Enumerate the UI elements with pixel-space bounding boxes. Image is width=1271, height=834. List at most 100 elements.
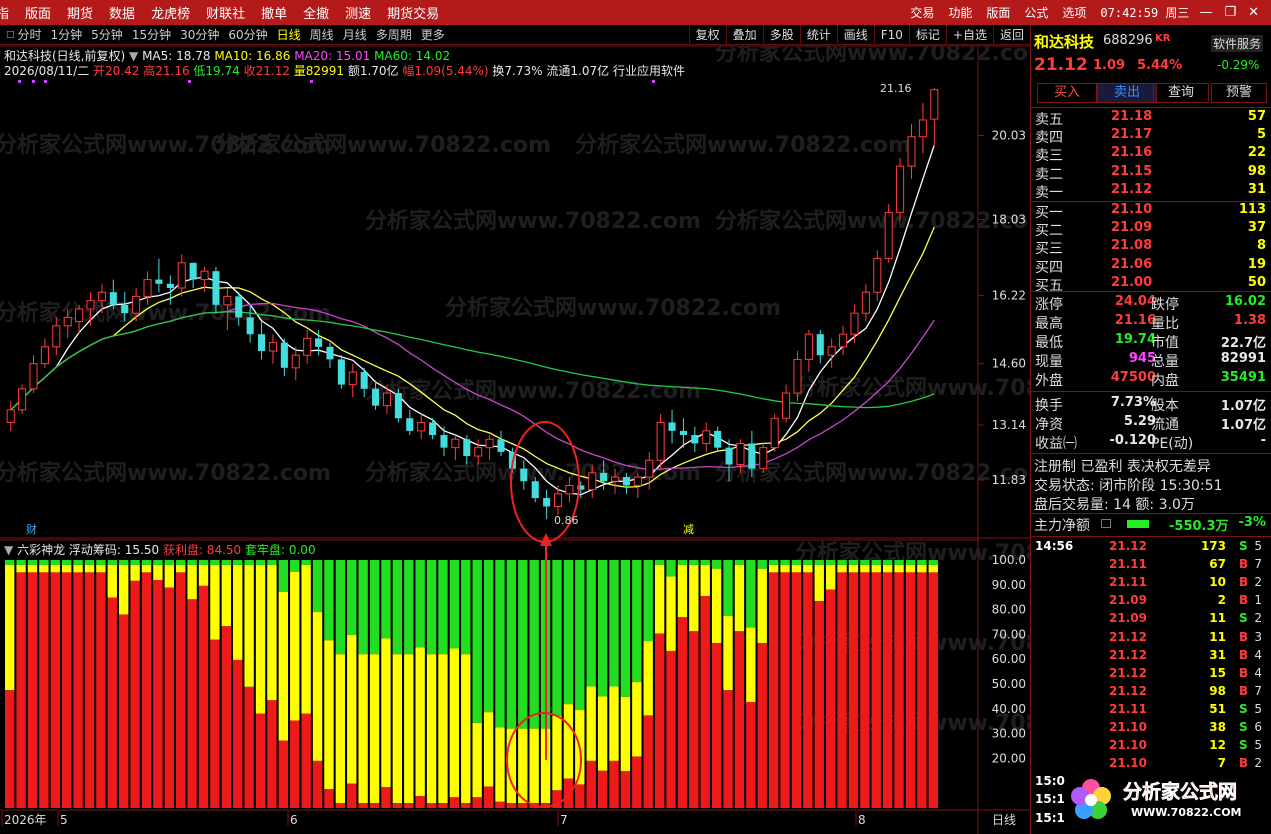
- tick-row[interactable]: 21.10 38 S 6: [1031, 720, 1271, 738]
- order-book-row[interactable]: 卖四 21.17 5: [1031, 127, 1271, 146]
- menu-right-item[interactable]: 选项: [1062, 4, 1086, 21]
- minimize-icon[interactable]: —: [1199, 5, 1212, 20]
- toolbar-button[interactable]: 画线: [836, 25, 874, 45]
- order-book-row[interactable]: 卖二 21.15 98: [1031, 164, 1271, 183]
- toolbar-button[interactable]: +自选: [945, 25, 993, 45]
- toolbar-button[interactable]: 统计: [799, 25, 837, 45]
- menu-item[interactable]: 期货: [67, 3, 93, 22]
- tick-row[interactable]: 21.09 2 B 1: [1031, 593, 1271, 611]
- indicator-bar-profit: [404, 803, 414, 808]
- watermark-text: 分析家公式网www.70822.com: [365, 208, 701, 234]
- buy-button[interactable]: 买入: [1037, 83, 1097, 103]
- tick-row[interactable]: 21.12 15 B 4: [1031, 666, 1271, 684]
- order-book-row[interactable]: 卖三 21.16 22: [1031, 145, 1271, 164]
- tab-period[interactable]: 5分钟: [91, 26, 123, 43]
- tick-side: S: [1239, 720, 1248, 734]
- menu-item[interactable]: 全撤: [303, 3, 329, 22]
- menu-item[interactable]: 数据: [109, 3, 135, 22]
- indicator-bar-trapped: [438, 560, 448, 655]
- order-book-row[interactable]: 买四 21.06 19: [1031, 257, 1271, 276]
- stats-row: 净资 5.29 流通 1.07亿: [1031, 414, 1271, 433]
- tick-row[interactable]: 14:56 21.12 173 S 5: [1031, 539, 1271, 557]
- indicator-bar-profit: [381, 787, 391, 808]
- candle-body: [394, 393, 402, 419]
- menu-item[interactable]: 财联社: [206, 3, 245, 22]
- tab-period[interactable]: 多周期: [376, 26, 412, 43]
- toolbar-button[interactable]: 叠加: [725, 25, 763, 45]
- order-book-row[interactable]: 买二 21.09 37: [1031, 220, 1271, 239]
- indicator-bar-trapped: [575, 560, 585, 711]
- tab-period[interactable]: 30分钟: [180, 26, 219, 43]
- menu-item[interactable]: 版面: [25, 3, 51, 22]
- sell-button[interactable]: 卖出: [1097, 83, 1157, 103]
- menu-item[interactable]: 期货交易: [387, 3, 439, 22]
- list-icon[interactable]: [1101, 519, 1111, 528]
- chevron-down-icon[interactable]: ▼: [4, 543, 13, 557]
- candle-body: [873, 258, 882, 293]
- tab-period[interactable]: 60分钟: [228, 26, 267, 43]
- tick-row[interactable]: 21.12 11 B 3: [1031, 630, 1271, 648]
- tab-period[interactable]: 15分钟: [132, 26, 171, 43]
- tick-row[interactable]: 21.11 51 S 5: [1031, 702, 1271, 720]
- menu-item[interactable]: 撤单: [261, 3, 287, 22]
- indicator-bar-profit: [221, 626, 231, 808]
- indicator-bar-profit: [73, 572, 83, 808]
- chart-area[interactable]: 分析家公式网www.70822.com 分析家公式网www.70822.com 分析…: [0, 45, 1030, 834]
- indicator-bar-profit: [107, 597, 117, 808]
- tick-row[interactable]: 21.09 11 S 2: [1031, 611, 1271, 629]
- tab-period[interactable]: 更多: [421, 26, 445, 43]
- checkbox-icon[interactable]: □: [6, 30, 15, 40]
- tick-row[interactable]: 21.11 67 B 7: [1031, 557, 1271, 575]
- indicator-bar-trapped: [609, 560, 619, 687]
- quote-low: 低19.74: [193, 64, 240, 78]
- menu-right-item[interactable]: 公式: [1024, 4, 1048, 21]
- alert-button[interactable]: 预警: [1211, 83, 1267, 103]
- tick-price: 21.09: [1109, 593, 1147, 608]
- tab-period[interactable]: 周线: [310, 26, 334, 43]
- order-book-row[interactable]: 买一 21.10 113: [1031, 202, 1271, 221]
- order-book-row[interactable]: 买三 21.08 8: [1031, 238, 1271, 257]
- tab-period[interactable]: 1分钟: [51, 26, 83, 43]
- candle-body: [280, 342, 288, 368]
- chevron-down-icon[interactable]: ▼: [129, 49, 138, 63]
- tick-row[interactable]: 21.12 98 B 7: [1031, 684, 1271, 702]
- menu-bar: 指 版面 期货 数据 龙虎榜 财联社 撤单 全撤 测速 期货交易 交易 功能 版…: [0, 0, 1271, 25]
- indicator-bar-profit: [301, 713, 311, 808]
- candle-body: [451, 438, 460, 449]
- indicator-bar-profit: [905, 572, 916, 808]
- tab-period-active[interactable]: 日线: [277, 26, 301, 43]
- tick-row[interactable]: 21.10 12 S 5: [1031, 738, 1271, 756]
- menu-right-item[interactable]: 交易: [910, 4, 934, 21]
- tick-row[interactable]: 21.11 10 B 2: [1031, 575, 1271, 593]
- candle-body: [896, 165, 905, 213]
- menu-right-item[interactable]: 版面: [986, 4, 1010, 21]
- indicator-bar-trapped: [461, 560, 471, 655]
- order-book-row[interactable]: 卖五 21.18 57: [1031, 109, 1271, 128]
- menu-item[interactable]: 测速: [345, 3, 371, 22]
- toolbar-button[interactable]: 返回: [992, 25, 1030, 45]
- tick-row[interactable]: 21.12 31 B 4: [1031, 648, 1271, 666]
- menu-item[interactable]: 龙虎榜: [151, 3, 190, 22]
- order-book-row[interactable]: 卖一 21.12 31: [1031, 182, 1271, 201]
- tab-period[interactable]: 月线: [343, 26, 367, 43]
- tick-price: 21.09: [1109, 611, 1147, 626]
- menu-item[interactable]: 指: [0, 3, 9, 22]
- tab-period[interactable]: 分时: [18, 26, 42, 43]
- indicator-axis-label: 50.00: [992, 677, 1026, 691]
- watermark-text: 分析家公式网www.70822.com: [215, 132, 551, 158]
- sector-name[interactable]: 软件服务: [1211, 35, 1264, 52]
- query-button[interactable]: 查询: [1153, 83, 1209, 103]
- signal-dot: [44, 80, 47, 83]
- toolbar-button[interactable]: F10: [873, 25, 909, 45]
- tick-count: 4: [1254, 647, 1262, 662]
- indicator-bar-profit: [153, 580, 163, 808]
- toolbar-button[interactable]: 标记: [908, 25, 946, 45]
- order-level-label: 买一: [1035, 205, 1063, 221]
- restore-icon[interactable]: ❐: [1224, 5, 1236, 20]
- toolbar-button[interactable]: 多股: [762, 25, 800, 45]
- indicator-bar-trapped: [369, 560, 380, 655]
- menu-right-item[interactable]: 功能: [948, 4, 972, 21]
- close-icon[interactable]: ✕: [1248, 5, 1259, 20]
- toolbar-button[interactable]: 复权: [688, 25, 726, 45]
- indicator-bar-trapped: [426, 560, 437, 655]
